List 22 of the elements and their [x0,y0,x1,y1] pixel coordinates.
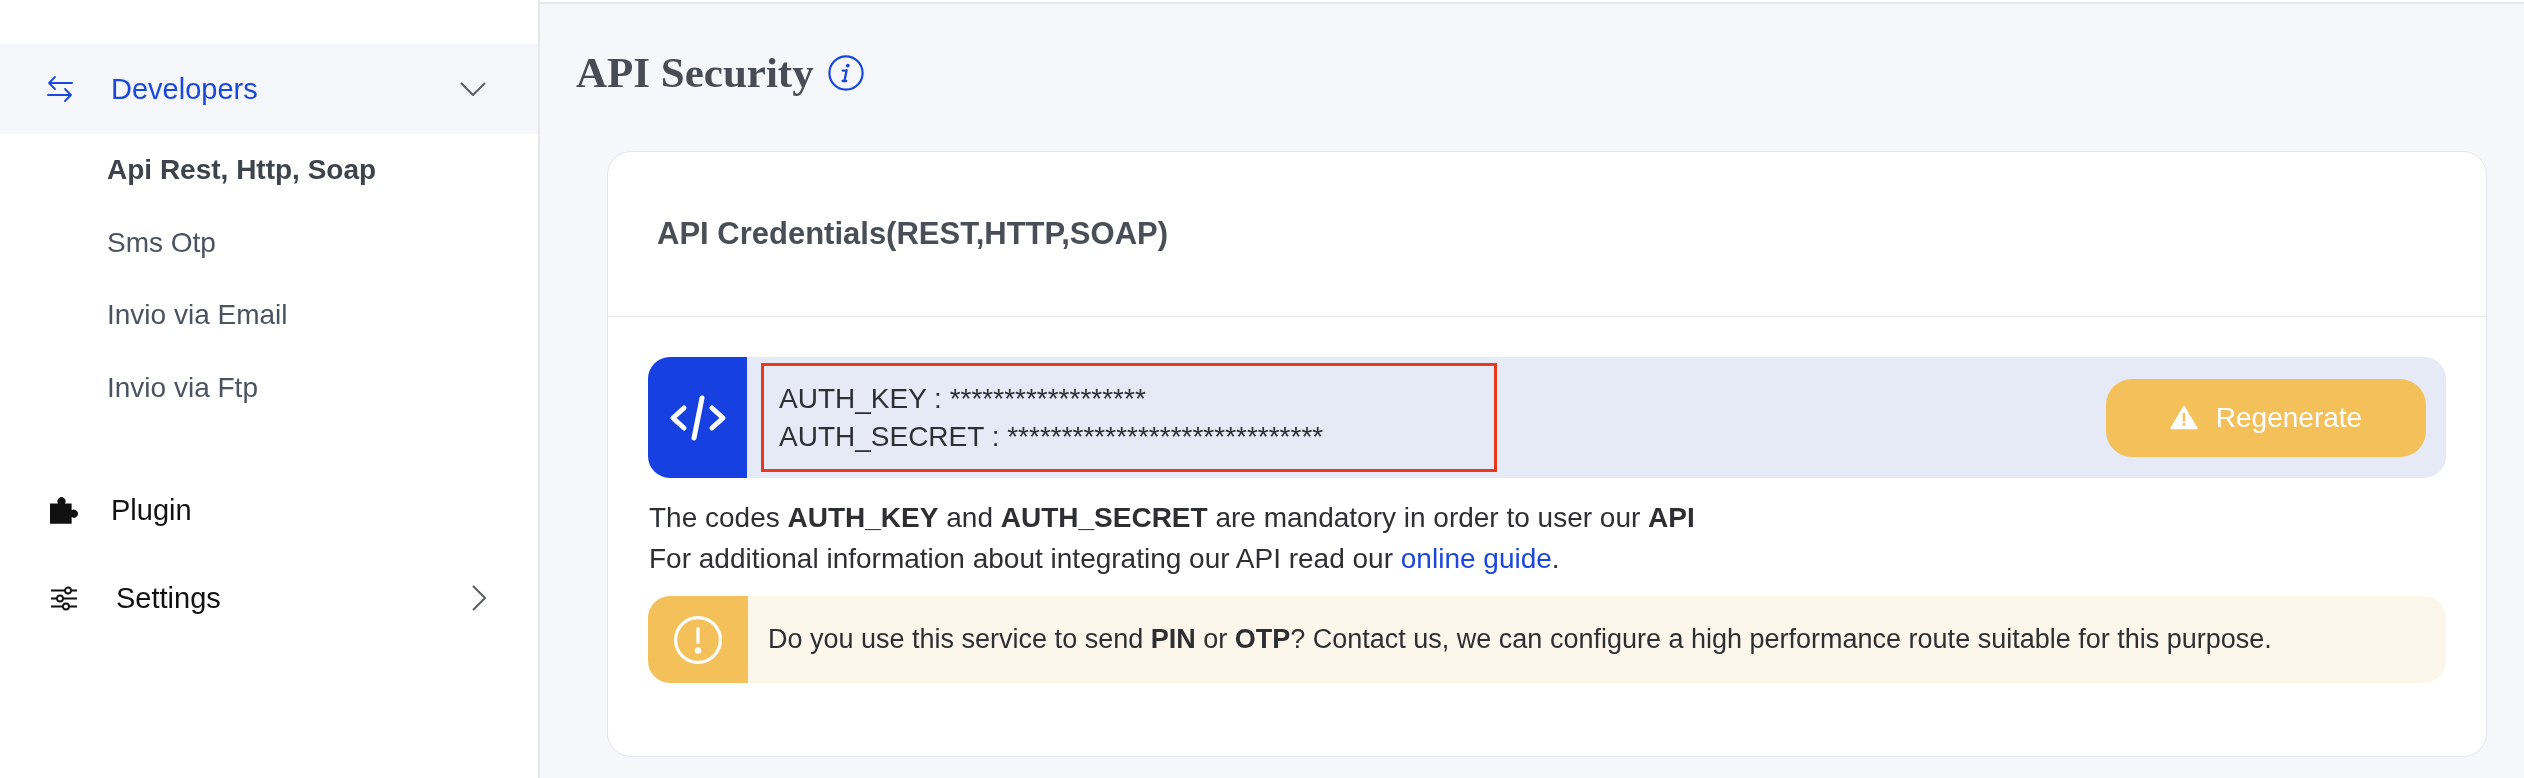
sidebar-item[interactable]: Plugin [0,466,538,554]
description-text: The codes AUTH_KEY and AUTH_SECRET are mandatory in order to user our API [649,501,1696,535]
info-icon[interactable] [827,55,864,91]
swap-arrows-icon [46,76,74,102]
puzzle-icon [50,496,78,524]
page-title: API Security [576,48,814,98]
credential-text: AUTH_KEY : ****************** [779,381,1147,416]
sidebar-subitem[interactable]: Api Rest, Http, Soap [0,134,538,207]
sidebar-item[interactable]: Developers [0,44,538,134]
card-title: API Credentials(REST,HTTP,SOAP) [657,216,1169,252]
notice-text: Do you use this service to send PIN or OTP? Contact us, we can configure a high performance route suitable for this purpose. [768,624,2272,655]
credential-text: AUTH_SECRET : ***************************** [779,419,1325,454]
sliders-icon [50,585,78,611]
sidebar-item[interactable]: Settings [0,554,538,642]
sidebar-subitem[interactable]: Invio via Email [0,279,538,352]
alert-icon [648,596,748,683]
warning-icon [2169,405,2198,430]
code-icon [648,357,747,478]
sidebar-subitem[interactable]: Sms Otp [0,206,538,279]
online-guide-link[interactable]: online guide [1400,543,1552,574]
sidebar-subitem[interactable]: Invio via Ftp [0,351,538,424]
guide-text: For additional information about integrating our API read our online guide. [649,542,1561,576]
